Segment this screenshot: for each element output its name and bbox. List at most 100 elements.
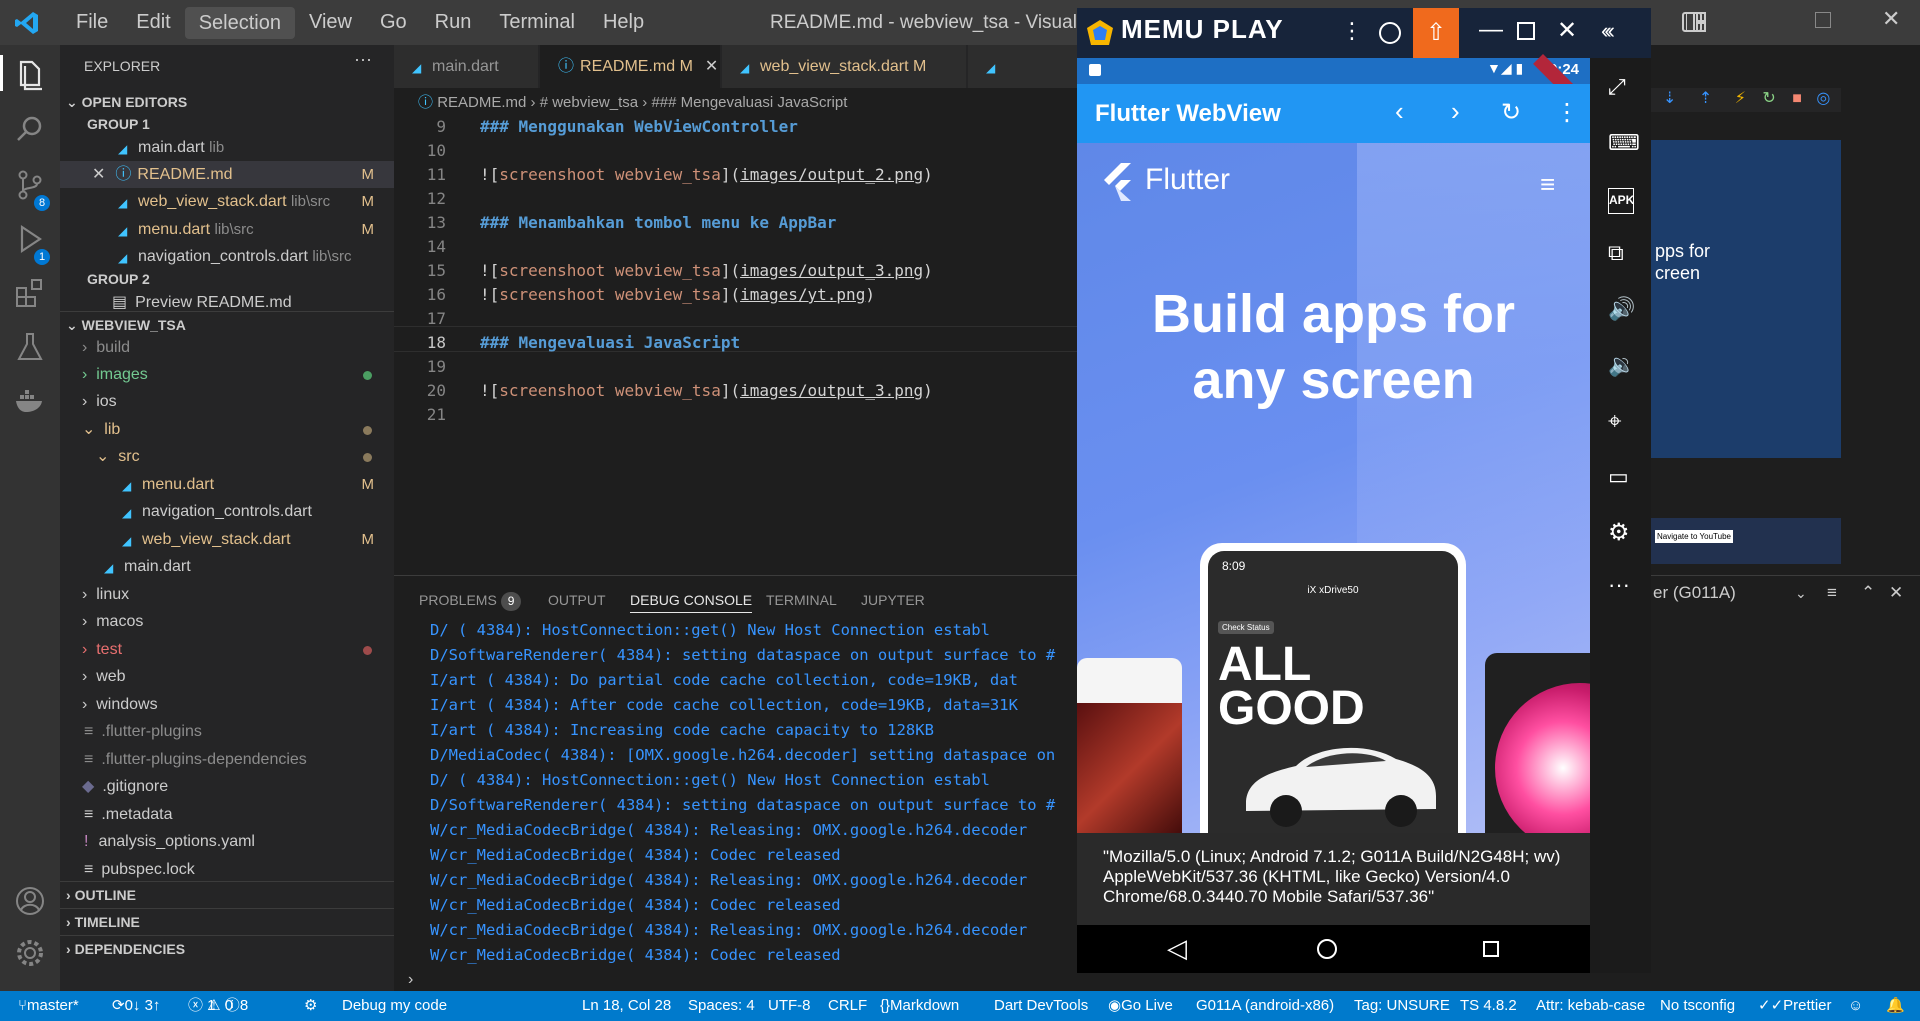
file-gitignore[interactable]: ◆ .gitignore: [60, 773, 394, 800]
tag-indicator[interactable]: Tag: UNSURE: [1354, 991, 1450, 1021]
dependencies-header[interactable]: › DEPENDENCIES: [60, 935, 394, 962]
tab-output[interactable]: OUTPUT: [548, 588, 606, 612]
outline-header[interactable]: › OUTLINE: [60, 881, 394, 908]
indentation[interactable]: Spaces: 4: [688, 991, 755, 1021]
tab-problems[interactable]: PROBLEMS 9: [419, 588, 522, 612]
file-pubspec-lock[interactable]: ≡ pubspec.lock: [60, 856, 394, 883]
folder-lib[interactable]: ⌄ lib: [60, 416, 394, 443]
open-editor-readme[interactable]: ✕ ⓘ README.md M: [60, 161, 394, 188]
timeline-header[interactable]: › TIMELINE: [60, 908, 394, 935]
problems-indicator[interactable]: ⓧ 1 ⚠ 0 ⓘ 8: [188, 991, 248, 1021]
menu-selection[interactable]: Selection: [184, 6, 295, 39]
android-recents-icon[interactable]: [1483, 941, 1499, 957]
folder-windows[interactable]: › windows: [60, 691, 394, 718]
tab-terminal[interactable]: TERMINAL: [766, 588, 837, 612]
menu-terminal[interactable]: Terminal: [485, 0, 589, 45]
tab-debug-console[interactable]: DEBUG CONSOLE: [630, 588, 753, 613]
file-flutter-plugins[interactable]: ≡ .flutter-plugins: [60, 718, 394, 745]
tab-readme[interactable]: ⓘmain.dartREADME.md M✕: [540, 45, 720, 88]
menu-file[interactable]: File: [62, 0, 122, 45]
settings-icon[interactable]: ⚙: [1608, 518, 1634, 546]
open-editor-menu[interactable]: ◢ menu.dart lib\src M: [60, 216, 394, 243]
extensions-icon[interactable]: [12, 275, 48, 311]
close-panel-icon[interactable]: ✕: [1889, 576, 1903, 610]
breadcrumb-h3[interactable]: ### Mengevaluasi JavaScript: [651, 94, 847, 111]
feedback-icon[interactable]: ☺: [1848, 991, 1863, 1021]
layout-icon[interactable]: [1686, 12, 1706, 32]
close-icon[interactable]: ✕: [92, 166, 105, 183]
prettier[interactable]: ✓✓ Prettier: [1758, 991, 1832, 1021]
testing-flask-icon[interactable]: [12, 329, 48, 365]
breadcrumb-h1[interactable]: # webview_tsa: [540, 94, 638, 111]
webview-content[interactable]: Flutter ≡ Build apps for any screen 8:09…: [1077, 143, 1590, 840]
folder-src[interactable]: ⌄ src: [60, 443, 394, 470]
menu-help[interactable]: Help: [589, 0, 658, 45]
open-editor-main[interactable]: ◢ main.dart lib: [60, 134, 394, 161]
notifications-bell-icon[interactable]: 🔔: [1886, 991, 1905, 1021]
android-home-icon[interactable]: [1317, 939, 1337, 959]
memu-account-icon[interactable]: [1379, 22, 1401, 44]
cursor-position[interactable]: Ln 18, Col 28: [582, 991, 671, 1021]
code-editor[interactable]: 9 ### Menggunakan WebViewController 10 1…: [394, 116, 1080, 576]
fullscreen-icon[interactable]: ⤢: [1608, 74, 1634, 100]
open-editor-webview-stack[interactable]: ◢ web_view_stack.dart lib\src M: [60, 188, 394, 215]
clear-console-icon[interactable]: ≡: [1827, 576, 1837, 610]
tab-jupyter[interactable]: JUPYTER: [861, 588, 925, 612]
memu-maximize-icon[interactable]: [1517, 22, 1535, 40]
settings-gear-icon[interactable]: [12, 935, 48, 971]
attr-case[interactable]: Attr: kebab-case: [1536, 991, 1645, 1021]
more-icon[interactable]: ···: [1608, 572, 1634, 598]
tab-main-dart[interactable]: ◢ main.dart: [394, 45, 538, 88]
folder-icon[interactable]: ▭: [1608, 464, 1634, 490]
file-flutter-plugins-deps[interactable]: ≡ .flutter-plugins-dependencies: [60, 746, 394, 773]
close-tab-icon[interactable]: ✕: [705, 58, 718, 75]
menu-view[interactable]: View: [295, 0, 366, 45]
language-mode[interactable]: {} Markdown: [880, 991, 959, 1021]
tab-overflow[interactable]: ◢: [968, 45, 1080, 88]
search-icon[interactable]: [12, 111, 48, 147]
keyboard-icon[interactable]: ⌨: [1608, 130, 1640, 156]
volume-down-icon[interactable]: 🔉: [1608, 352, 1635, 378]
memu-close-icon[interactable]: ✕: [1557, 16, 1577, 45]
encoding[interactable]: UTF-8: [768, 991, 811, 1021]
step-out-icon[interactable]: ⇡: [1699, 90, 1712, 107]
folder-linux[interactable]: › linux: [60, 581, 394, 608]
tab-web-view-stack[interactable]: ◢ web_view_stack.dart M: [722, 45, 966, 88]
menu-go[interactable]: Go: [366, 0, 421, 45]
devtools-icon[interactable]: ◎: [1816, 90, 1830, 107]
sync-indicator[interactable]: ⟳ 0↓ 3↑: [112, 991, 160, 1021]
memu-collapse-icon[interactable]: ‹‹‹: [1601, 18, 1615, 44]
breadcrumb-file[interactable]: README.md: [437, 94, 526, 111]
stop-icon[interactable]: ■: [1792, 90, 1802, 107]
file-web-view-stack[interactable]: ◢ web_view_stack.dart M: [60, 526, 394, 553]
memu-menu-icon[interactable]: ⋮: [1341, 18, 1363, 44]
chevron-down-icon[interactable]: ⌄: [1795, 576, 1807, 610]
line-endings[interactable]: CRLF: [828, 991, 867, 1021]
memu-minimize-icon[interactable]: —: [1479, 16, 1503, 44]
file-main-dart[interactable]: ◢ main.dart: [60, 553, 394, 580]
file-analysis-options[interactable]: ! analysis_options.yaml: [60, 828, 394, 855]
memu-upload-icon[interactable]: ⇧: [1413, 8, 1459, 58]
folder-test[interactable]: › test: [60, 636, 394, 663]
flutter-device[interactable]: G011A (android-x86): [1196, 991, 1334, 1021]
file-menu-dart[interactable]: ◢ menu.dart M: [60, 471, 394, 498]
folder-macos[interactable]: › macos: [60, 608, 394, 635]
restart-icon[interactable]: ↻: [1762, 90, 1775, 107]
ts-version[interactable]: TS 4.8.2: [1460, 991, 1517, 1021]
hot-reload-icon[interactable]: ⚡: [1735, 90, 1746, 107]
folder-ios[interactable]: › ios: [60, 388, 394, 415]
file-navigation-controls[interactable]: ◢ navigation_controls.dart: [60, 498, 394, 525]
go-live[interactable]: ◉ Go Live: [1108, 991, 1173, 1021]
forward-arrow-icon[interactable]: ›: [1451, 96, 1460, 127]
reload-icon[interactable]: ↻: [1501, 98, 1521, 127]
menu-run[interactable]: Run: [421, 0, 486, 45]
maximize-panel-icon[interactable]: ⌃: [1861, 576, 1875, 610]
branch-indicator[interactable]: ⑂ master*: [18, 991, 79, 1021]
apk-install-icon[interactable]: APK: [1608, 188, 1634, 214]
back-arrow-icon[interactable]: ‹: [1395, 96, 1404, 127]
account-icon[interactable]: [12, 883, 48, 919]
window-close-icon[interactable]: ✕: [1882, 6, 1900, 32]
restore-icon[interactable]: [1815, 12, 1831, 28]
debug-config[interactable]: Debug my code: [342, 991, 447, 1021]
folder-images[interactable]: › images: [60, 361, 394, 388]
